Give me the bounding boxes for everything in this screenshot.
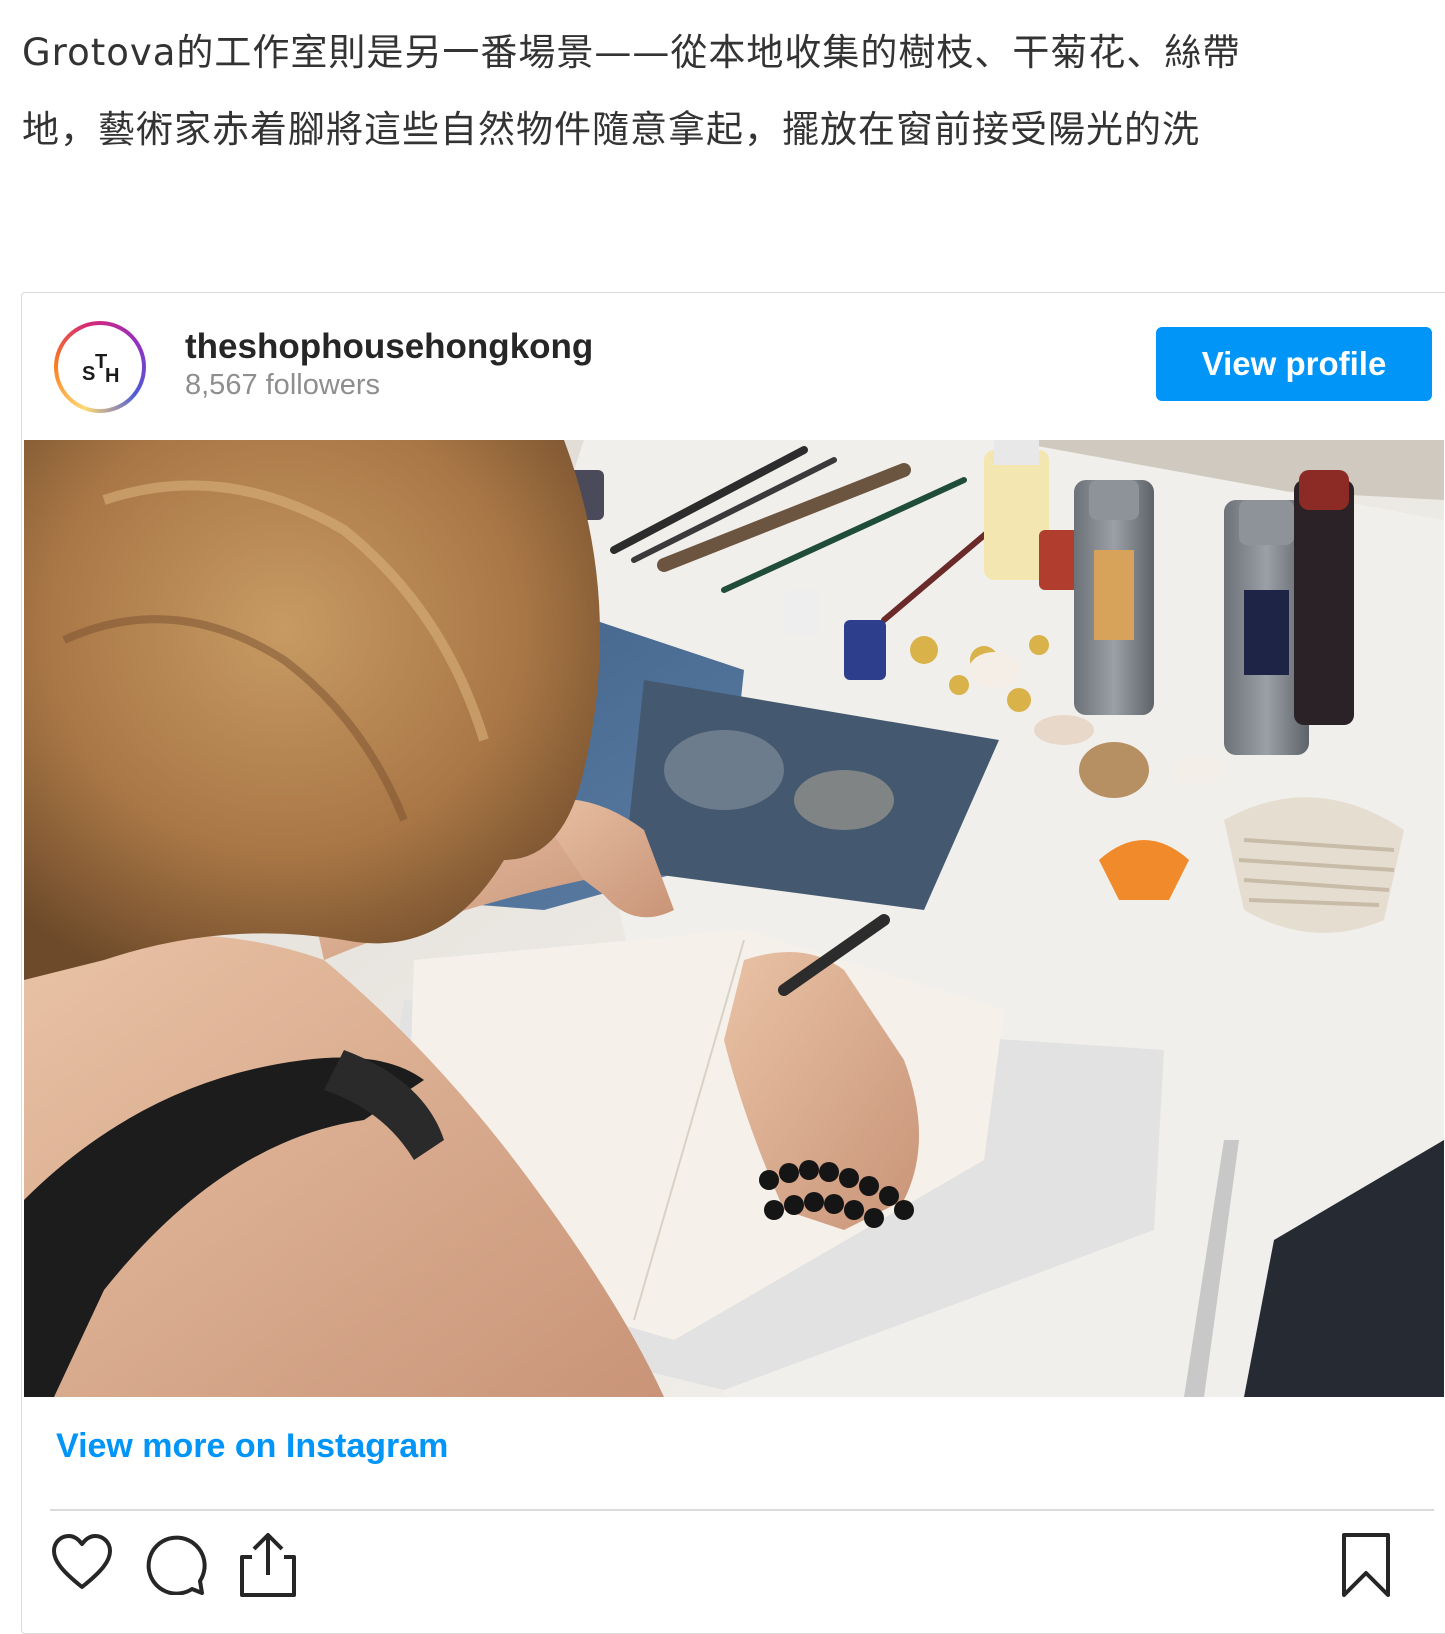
post-photo-illustration: [24, 440, 1444, 1397]
heart-icon[interactable]: [50, 1531, 114, 1595]
divider: [50, 1509, 1434, 1511]
view-more-on-instagram-link[interactable]: View more on Instagram: [56, 1427, 448, 1466]
article-text: Grotova的工作室則是另一番場景——從本地收集的樹枝、干菊花、絲帶 地，藝術…: [22, 14, 1445, 168]
article-paragraph-line-2: 地，藝術家赤着腳將這些自然物件隨意拿起，擺放在窗前接受陽光的洗: [22, 108, 1200, 151]
post-photo[interactable]: [24, 440, 1444, 1397]
profile-username[interactable]: theshophousehongkong: [185, 327, 593, 367]
instagram-profile-header: S T H theshophousehongkong 8,567 followe…: [22, 293, 1445, 438]
bookmark-icon[interactable]: [1338, 1531, 1394, 1599]
avatar-logo: S T H: [58, 325, 142, 409]
avatar-letter-h: H: [105, 365, 120, 387]
follower-count: 8,567 followers: [185, 369, 381, 401]
share-icon[interactable]: [236, 1531, 300, 1599]
article-paragraph-line-1: Grotova的工作室則是另一番場景——從本地收集的樹枝、干菊花、絲帶: [22, 31, 1241, 74]
view-profile-button[interactable]: View profile: [1156, 327, 1432, 401]
avatar-inner: S T H: [58, 325, 142, 409]
avatar[interactable]: S T H: [54, 321, 146, 413]
instagram-embed-card: S T H theshophousehongkong 8,567 followe…: [21, 292, 1445, 1634]
comment-icon[interactable]: [140, 1531, 208, 1595]
avatar-letter-s: S: [82, 363, 96, 385]
